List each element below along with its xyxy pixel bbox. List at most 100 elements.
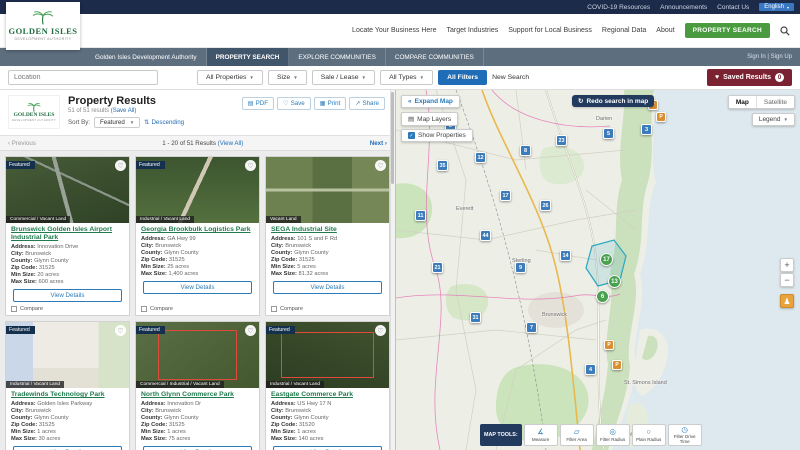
share-button[interactable]: ↗ Share bbox=[349, 97, 385, 110]
all-properties-filter[interactable]: All Properties ▼ bbox=[197, 70, 263, 85]
property-photo[interactable]: Featured ♡ Vacant Land bbox=[266, 157, 389, 223]
map-marker[interactable]: 26 bbox=[540, 200, 551, 211]
property-photo[interactable]: Featured ♡ Commercial / Industrial / Vac… bbox=[136, 322, 259, 388]
nav-target-industries[interactable]: Target Industries bbox=[447, 27, 499, 34]
print-button[interactable]: ▦ Print bbox=[313, 97, 347, 110]
property-photo[interactable]: Featured ♡ Industrial / Vacant Land bbox=[136, 157, 259, 223]
filter-area-tool-button[interactable]: ▱ Filter Area bbox=[559, 423, 594, 446]
favorite-button[interactable]: ♡ bbox=[115, 325, 126, 336]
favorite-button[interactable]: ♡ bbox=[115, 160, 126, 171]
drive-time-tool-button[interactable]: ◷ Filter Drive Time bbox=[667, 423, 702, 446]
view-all-link[interactable]: (View All) bbox=[218, 140, 244, 147]
map-marker[interactable]: 23 bbox=[556, 135, 567, 146]
sale-lease-filter[interactable]: Sale / Lease ▼ bbox=[311, 70, 376, 85]
location-input[interactable] bbox=[8, 70, 158, 85]
street-view-pegman[interactable]: ♟ bbox=[780, 294, 794, 308]
show-properties-toggle[interactable]: ✓ Show Properties bbox=[401, 129, 473, 142]
map-marker[interactable]: 11 bbox=[415, 210, 426, 221]
expand-map-button[interactable]: «Expand Map bbox=[401, 95, 460, 108]
new-search-button[interactable]: New Search bbox=[492, 74, 529, 81]
map-marker[interactable]: 21 bbox=[432, 262, 443, 273]
zoom-in-button[interactable]: + bbox=[780, 258, 794, 272]
compare-toggle[interactable]: Compare bbox=[141, 306, 254, 312]
property-title-link[interactable]: Tradewinds Technology Park bbox=[11, 391, 124, 399]
view-details-button[interactable]: View Details bbox=[13, 289, 122, 303]
view-details-button[interactable]: View Details bbox=[273, 281, 382, 295]
map-marker[interactable]: 31 bbox=[470, 312, 481, 323]
pdf-button[interactable]: ▤ PDF bbox=[241, 97, 275, 110]
map-marker[interactable]: 5 bbox=[603, 128, 614, 139]
map-marker[interactable]: 8 bbox=[520, 145, 531, 156]
nav-regional-data[interactable]: Regional Data bbox=[602, 27, 646, 34]
map[interactable]: 2351282353PP1117264421914171363174PPDari… bbox=[396, 90, 800, 450]
map-marker[interactable]: 13 bbox=[608, 275, 621, 288]
map-marker[interactable]: 17 bbox=[500, 190, 511, 201]
legend-button[interactable]: Legend ▼ bbox=[751, 113, 795, 126]
property-title-link[interactable]: Georgia Brookbulk Logistics Park bbox=[141, 226, 254, 234]
compare-toggle[interactable]: Compare bbox=[271, 306, 384, 312]
map-marker[interactable]: 6 bbox=[596, 290, 609, 303]
map-marker[interactable]: 14 bbox=[560, 250, 571, 261]
favorite-button[interactable]: ♡ bbox=[375, 160, 386, 171]
nav-locate-business[interactable]: Locate Your Business Here bbox=[352, 27, 436, 34]
property-title-link[interactable]: SEGA Industrial Site bbox=[271, 226, 384, 234]
map-marker[interactable]: 44 bbox=[480, 230, 491, 241]
announcements-link[interactable]: Announcements bbox=[660, 4, 707, 11]
view-details-button[interactable]: View Details bbox=[143, 281, 252, 295]
map-marker[interactable]: 4 bbox=[585, 364, 596, 375]
all-filters-button[interactable]: All Filters bbox=[438, 70, 488, 85]
view-details-button[interactable]: View Details bbox=[143, 446, 252, 450]
plain-radius-tool-button[interactable]: ○ Plain Radius bbox=[631, 423, 666, 446]
measure-tool-button[interactable]: ∡ Measure bbox=[523, 423, 558, 446]
nav-about[interactable]: About bbox=[656, 27, 674, 34]
map-marker[interactable]: 7 bbox=[526, 322, 537, 333]
compare-checkbox[interactable] bbox=[141, 306, 147, 312]
map-marker[interactable]: P bbox=[656, 112, 666, 122]
save-button[interactable]: ♡ Save bbox=[277, 97, 311, 110]
contact-us-link[interactable]: Contact Us bbox=[717, 4, 749, 11]
property-title-link[interactable]: Brunswick Golden Isles Airport Industria… bbox=[11, 226, 124, 242]
property-title-link[interactable]: Eastgate Commerce Park bbox=[271, 391, 384, 399]
results-scrollbar[interactable] bbox=[390, 90, 395, 450]
save-all-link[interactable]: (Save All) bbox=[111, 108, 137, 114]
nav-item-property-search[interactable]: PROPERTY SEARCH bbox=[206, 48, 290, 66]
map-marker[interactable]: P bbox=[604, 340, 614, 350]
view-details-button[interactable]: View Details bbox=[273, 446, 382, 450]
property-search-button[interactable]: PROPERTY SEARCH bbox=[684, 23, 770, 38]
nav-item-explore-communities[interactable]: EXPLORE COMMUNITIES bbox=[289, 48, 386, 66]
property-photo[interactable]: Featured ♡ Industrial / Vacant Land bbox=[6, 322, 129, 388]
scrollbar-thumb[interactable] bbox=[391, 92, 394, 184]
zoom-out-button[interactable]: − bbox=[780, 273, 794, 287]
map-marker[interactable]: P bbox=[612, 360, 622, 370]
property-photo[interactable]: Featured ♡ Industrial / Vacant Land bbox=[266, 322, 389, 388]
size-filter[interactable]: Size ▼ bbox=[267, 70, 307, 85]
account-links[interactable]: Sign In | Sign Up bbox=[747, 48, 792, 66]
all-types-filter[interactable]: All Types ▼ bbox=[380, 70, 434, 85]
compare-checkbox[interactable] bbox=[11, 306, 17, 312]
redo-search-button[interactable]: ↻ Redo search in map bbox=[572, 95, 655, 107]
sort-direction-toggle[interactable]: ⇅ Descending bbox=[144, 119, 184, 126]
favorite-button[interactable]: ♡ bbox=[375, 325, 386, 336]
map-marker[interactable]: 12 bbox=[475, 152, 486, 163]
site-logo[interactable]: GOLDEN ISLES DEVELOPMENT AUTHORITY bbox=[6, 2, 80, 50]
search-icon[interactable] bbox=[780, 25, 790, 36]
compare-checkbox[interactable] bbox=[271, 306, 277, 312]
favorite-button[interactable]: ♡ bbox=[245, 325, 256, 336]
map-type-map[interactable]: Map bbox=[729, 96, 756, 108]
nav-item-compare-communities[interactable]: COMPARE COMMUNITIES bbox=[386, 48, 484, 66]
map-marker[interactable]: 35 bbox=[437, 160, 448, 171]
map-marker[interactable]: 3 bbox=[641, 124, 652, 135]
favorite-button[interactable]: ♡ bbox=[245, 160, 256, 171]
property-title-link[interactable]: North Glynn Commerce Park bbox=[141, 391, 254, 399]
previous-page-button[interactable]: ‹ Previous bbox=[8, 140, 36, 147]
map-layers-button[interactable]: ▤ Map Layers bbox=[401, 112, 459, 126]
map-type-satellite[interactable]: Satellite bbox=[755, 96, 794, 108]
map-marker[interactable]: 17 bbox=[600, 253, 613, 266]
filter-radius-tool-button[interactable]: ◎ Filter Radius bbox=[595, 423, 630, 446]
saved-results-button[interactable]: ♥ Saved Results 0 bbox=[706, 69, 792, 86]
compare-toggle[interactable]: Compare bbox=[11, 306, 124, 312]
sort-select[interactable]: Featured ▼ bbox=[94, 117, 141, 128]
nav-support-local-business[interactable]: Support for Local Business bbox=[508, 27, 592, 34]
property-photo[interactable]: Featured ♡ Commercial / Vacant Land bbox=[6, 157, 129, 223]
next-page-button[interactable]: Next › bbox=[370, 140, 387, 147]
